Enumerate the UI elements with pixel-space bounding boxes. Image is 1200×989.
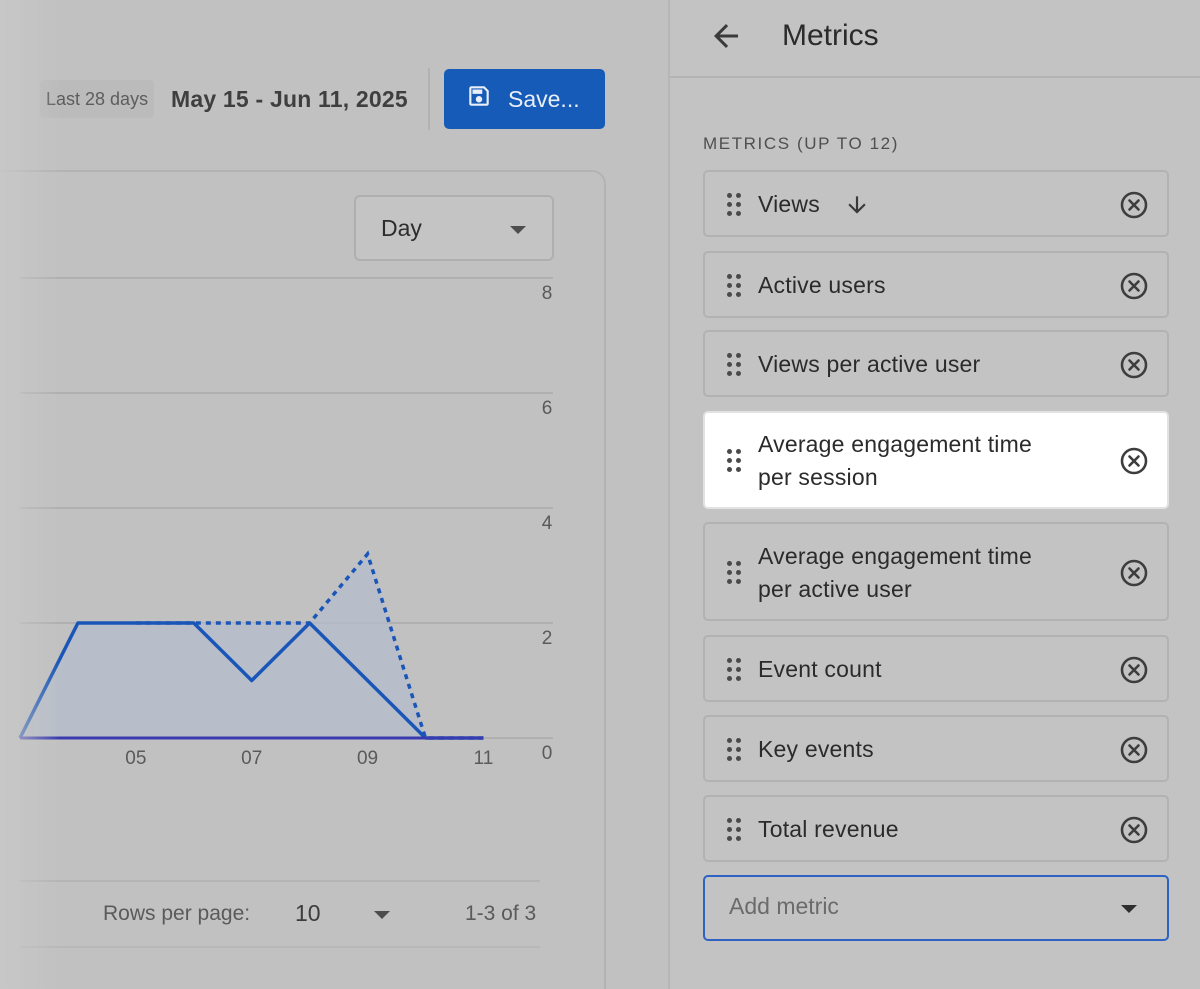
metric-label: Views bbox=[758, 188, 820, 221]
metric-label-line: Views bbox=[758, 190, 820, 217]
metric-chip[interactable]: Average engagement time per active user bbox=[703, 522, 1169, 621]
metric-label: Active users bbox=[758, 269, 886, 302]
rows-per-page-label: Rows per page: bbox=[103, 902, 251, 925]
x-tick-label: 07 bbox=[241, 748, 262, 769]
metric-label-line: per session bbox=[758, 464, 878, 490]
sort-down-arrow-icon[interactable] bbox=[844, 191, 870, 219]
save-button[interactable]: Save... bbox=[444, 69, 605, 129]
metric-label-line: Key events bbox=[758, 735, 874, 762]
remove-circle-icon[interactable] bbox=[1119, 271, 1149, 301]
panel-title: Metrics bbox=[782, 19, 879, 52]
save-icon bbox=[466, 83, 492, 115]
metric-chip[interactable]: Active users bbox=[703, 251, 1169, 318]
save-button-label: Save... bbox=[508, 85, 580, 112]
pagination-status: 1-3 of 3 bbox=[465, 902, 537, 925]
drag-handle-icon[interactable] bbox=[727, 449, 743, 473]
metric-label: Total revenue bbox=[758, 813, 899, 846]
metrics-section-label: METRICS (UP TO 12) bbox=[703, 134, 900, 153]
metric-label-line: Views per active user bbox=[758, 350, 981, 377]
metric-label-line: Active users bbox=[758, 271, 886, 298]
chevron-down-icon[interactable] bbox=[1121, 905, 1137, 913]
drag-handle-icon[interactable] bbox=[727, 352, 743, 377]
drag-handle-icon[interactable] bbox=[727, 737, 743, 762]
table-divider bbox=[20, 880, 540, 882]
y-tick-label: 6 bbox=[542, 398, 553, 419]
drag-handle-icon[interactable] bbox=[727, 560, 743, 585]
add-metric-input[interactable] bbox=[729, 893, 1089, 920]
remove-circle-icon[interactable] bbox=[1119, 655, 1149, 685]
metric-chip[interactable]: Average engagement time per session bbox=[703, 411, 1169, 509]
toolbar-divider bbox=[428, 68, 430, 130]
rows-per-page-select[interactable]: 10 bbox=[295, 900, 321, 927]
y-tick-label: 8 bbox=[542, 283, 553, 304]
date-range-chip[interactable]: Last 28 days bbox=[40, 80, 155, 118]
metric-label-line: Event count bbox=[758, 655, 882, 682]
metric-label-line: Average engagement time bbox=[758, 431, 1032, 457]
drag-handle-icon[interactable] bbox=[727, 192, 743, 217]
remove-circle-icon[interactable] bbox=[1119, 350, 1149, 380]
metric-label: Views per active user bbox=[758, 348, 980, 381]
metric-chip[interactable]: Event count bbox=[703, 635, 1169, 702]
date-range-text[interactable]: May 15 - Jun 11, 2025 bbox=[171, 86, 408, 113]
granularity-select[interactable]: Day bbox=[354, 195, 554, 261]
chevron-down-icon[interactable] bbox=[374, 911, 390, 919]
report-area: Last 28 days May 15 - Jun 11, 2025 Save.… bbox=[0, 0, 668, 989]
x-tick-label: 11 bbox=[474, 748, 494, 769]
y-tick-label: 4 bbox=[542, 513, 553, 534]
remove-circle-icon[interactable] bbox=[1119, 815, 1149, 845]
metrics-panel: Metrics METRICS (UP TO 12) Views Active u… bbox=[668, 0, 1200, 989]
drag-handle-icon[interactable] bbox=[727, 817, 743, 842]
chevron-down-icon bbox=[510, 226, 526, 234]
metric-label: Average engagement time per active user bbox=[758, 540, 1032, 606]
y-tick-label: 0 bbox=[542, 743, 553, 764]
drag-handle-icon[interactable] bbox=[727, 657, 743, 682]
remove-circle-icon[interactable] bbox=[1119, 558, 1149, 588]
remove-circle-icon[interactable] bbox=[1119, 190, 1149, 220]
panel-header: Metrics bbox=[670, 0, 1200, 78]
metric-chip[interactable]: Views bbox=[703, 170, 1169, 237]
metric-chip[interactable]: Key events bbox=[703, 715, 1169, 782]
add-metric-field[interactable] bbox=[703, 875, 1169, 941]
metric-chip[interactable]: Views per active user bbox=[703, 330, 1169, 397]
back-arrow-icon[interactable] bbox=[708, 18, 744, 54]
table-bottom-divider bbox=[20, 946, 540, 948]
y-tick-label: 2 bbox=[542, 628, 553, 649]
metric-label-line: Total revenue bbox=[758, 815, 899, 842]
metric-label: Average engagement time per session bbox=[758, 428, 1032, 494]
x-tick-label: 05 bbox=[125, 748, 146, 769]
remove-circle-icon[interactable] bbox=[1119, 735, 1149, 765]
x-tick-label: 09 bbox=[357, 748, 378, 769]
remove-circle-icon[interactable] bbox=[1119, 446, 1149, 476]
metric-label: Key events bbox=[758, 733, 874, 766]
drag-handle-icon[interactable] bbox=[727, 273, 743, 298]
metric-label-line: per active user bbox=[758, 575, 912, 602]
metric-label-line: Average engagement time bbox=[758, 542, 1032, 569]
line-chart: 8 6 4 2 0 05 07 09 11 bbox=[18, 277, 553, 769]
granularity-value: Day bbox=[381, 214, 422, 241]
series-area bbox=[20, 554, 484, 738]
metric-chip[interactable]: Total revenue bbox=[703, 795, 1169, 862]
metric-label: Event count bbox=[758, 653, 882, 686]
